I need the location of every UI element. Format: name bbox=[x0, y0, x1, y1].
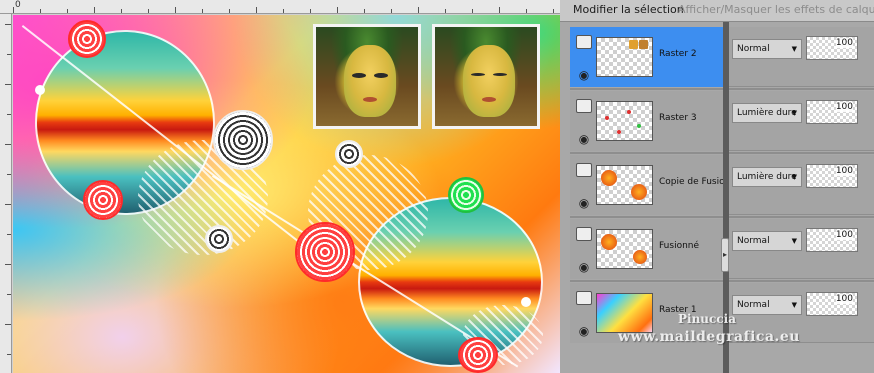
blend-mode-dropdown[interactable]: Normal ▼ bbox=[732, 39, 802, 59]
visibility-eye-icon[interactable]: ◉ bbox=[576, 197, 592, 209]
eye bbox=[471, 73, 485, 76]
layer-thumbnail bbox=[596, 37, 653, 77]
visibility-eye-icon[interactable]: ◉ bbox=[576, 261, 592, 273]
layer-properties-raster-2: Normal ▼ 100 bbox=[729, 27, 874, 87]
visibility-eye-icon[interactable]: ◉ bbox=[576, 69, 592, 81]
horizontal-ruler: 0 bbox=[0, 0, 560, 14]
splitter-handle[interactable]: ▸ bbox=[721, 238, 729, 272]
layer-properties-raster-3: Lumière dure ▼ 100 bbox=[729, 91, 874, 151]
artwork-image[interactable] bbox=[13, 15, 560, 373]
blend-mode-value: Lumière dure bbox=[737, 108, 797, 118]
green-swirl-orb bbox=[448, 177, 484, 213]
layer-name: Fusionné bbox=[659, 241, 700, 251]
blend-mode-dropdown[interactable]: Normal ▼ bbox=[732, 231, 802, 251]
red-swirl-orb bbox=[458, 337, 498, 373]
white-swirl-orb bbox=[213, 110, 273, 170]
opacity-value: 100 bbox=[835, 102, 853, 112]
portrait-image bbox=[432, 24, 540, 129]
blend-mode-dropdown[interactable]: Lumière dure ▼ bbox=[732, 167, 802, 187]
row-divider bbox=[570, 216, 874, 218]
blend-mode-dropdown[interactable]: Normal ▼ bbox=[732, 295, 802, 315]
opacity-field[interactable]: 100 bbox=[806, 100, 858, 124]
opacity-value: 100 bbox=[835, 166, 853, 176]
eye bbox=[374, 73, 388, 78]
lips bbox=[482, 97, 496, 102]
white-swirl-orb bbox=[205, 225, 233, 253]
layer-thumbnail bbox=[596, 293, 653, 333]
opacity-field[interactable]: 100 bbox=[806, 292, 858, 316]
layer-name: Raster 3 bbox=[659, 113, 697, 123]
panel-toolbar: Modifier la sélection Afficher/Masquer l… bbox=[560, 0, 874, 22]
blend-mode-value: Normal bbox=[737, 300, 770, 310]
visibility-eye-icon[interactable]: ◉ bbox=[576, 325, 592, 337]
lips bbox=[363, 97, 377, 102]
layer-properties-fusionne: Normal ▼ 100 bbox=[729, 219, 874, 279]
canvas-area[interactable]: 0 bbox=[0, 0, 560, 373]
red-swirl-orb bbox=[295, 222, 355, 282]
opacity-field[interactable]: 100 bbox=[806, 228, 858, 252]
red-swirl-orb bbox=[68, 20, 106, 58]
layer-type-icon bbox=[576, 227, 592, 241]
tab-toggle-layer-effects[interactable]: Afficher/Masquer les effets de calque bbox=[678, 3, 874, 16]
ruler-origin-label: 0 bbox=[15, 0, 21, 10]
row-divider bbox=[570, 152, 874, 154]
eye bbox=[352, 73, 366, 78]
white-dot bbox=[521, 297, 531, 307]
opacity-value: 100 bbox=[835, 294, 853, 304]
watermark-url: www.maildegrafica.eu bbox=[618, 329, 800, 345]
layer-thumbnail bbox=[596, 229, 653, 269]
vertical-ruler bbox=[0, 14, 12, 373]
layer-thumbnail bbox=[596, 101, 653, 141]
visibility-eye-icon[interactable]: ◉ bbox=[576, 133, 592, 145]
opacity-value: 100 bbox=[835, 38, 853, 48]
layer-properties-copie-de-fusionne: Lumière dure ▼ 100 bbox=[729, 155, 874, 215]
blend-mode-value: Normal bbox=[737, 44, 770, 54]
face bbox=[463, 45, 515, 117]
tab-edit-selection[interactable]: Modifier la sélection bbox=[573, 3, 684, 16]
white-dot bbox=[35, 85, 45, 95]
white-swirl-orb bbox=[335, 140, 363, 168]
chevron-down-icon: ▼ bbox=[791, 109, 797, 117]
chevron-down-icon: ▼ bbox=[791, 45, 797, 53]
row-divider bbox=[570, 88, 874, 90]
portrait-image bbox=[313, 24, 421, 129]
red-swirl-orb bbox=[83, 180, 123, 220]
eye bbox=[493, 73, 507, 76]
blend-mode-dropdown[interactable]: Lumière dure ▼ bbox=[732, 103, 802, 123]
chevron-down-icon: ▼ bbox=[791, 237, 797, 245]
layer-row-raster-3[interactable]: ◉ Raster 3 bbox=[570, 91, 723, 151]
layer-type-icon bbox=[576, 99, 592, 113]
layer-row-copie-de-fusionne[interactable]: ◉ Copie de Fusionn bbox=[570, 155, 736, 215]
opacity-field[interactable]: 100 bbox=[806, 164, 858, 188]
layer-thumbnail bbox=[596, 165, 653, 205]
opacity-value: 100 bbox=[835, 230, 853, 240]
layer-type-icon bbox=[576, 163, 592, 177]
row-divider bbox=[570, 280, 874, 282]
chevron-down-icon: ▼ bbox=[791, 173, 797, 181]
layer-name: Raster 2 bbox=[659, 49, 697, 59]
chevron-down-icon: ▼ bbox=[791, 301, 797, 309]
app-window: 0 Modifier la sélection Afficher/Masquer… bbox=[0, 0, 874, 373]
watermark-author: Pinuccia bbox=[678, 312, 736, 326]
blend-mode-value: Lumière dure bbox=[737, 172, 797, 182]
blend-mode-value: Normal bbox=[737, 236, 770, 246]
layer-type-icon bbox=[576, 35, 592, 49]
opacity-field[interactable]: 100 bbox=[806, 36, 858, 60]
layer-row-raster-2[interactable]: ◉ Raster 2 bbox=[570, 27, 723, 87]
layer-type-icon bbox=[576, 291, 592, 305]
face bbox=[344, 45, 396, 117]
layer-row-fusionne[interactable]: ◉ Fusionné bbox=[570, 219, 723, 279]
